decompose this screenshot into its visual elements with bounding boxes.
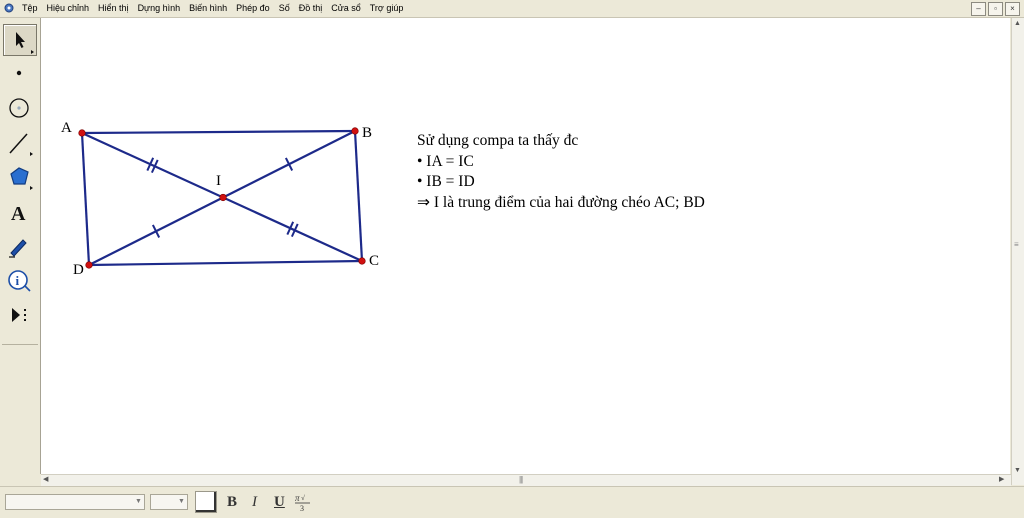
point-label-a: A — [61, 120, 72, 136]
menu-graph[interactable]: Đồ thị — [299, 3, 323, 14]
caption-text-box[interactable]: Sử dụng compa ta thấy đc • IA = IC • IB … — [417, 131, 705, 213]
menu-window[interactable]: Cửa sổ — [331, 3, 361, 14]
minimize-button[interactable]: – — [971, 2, 986, 16]
toolbox: A i — [0, 18, 41, 474]
font-size-select[interactable]: ▼ — [150, 494, 188, 510]
app-icon[interactable] — [4, 3, 14, 13]
horizontal-grip-icon[interactable]: ||| — [519, 475, 523, 485]
math-format-icon[interactable]: π √ 3 — [294, 492, 312, 512]
svg-text:√: √ — [301, 494, 305, 502]
point-label-i: I — [216, 173, 221, 189]
marker-tool[interactable] — [3, 231, 35, 261]
menu-transform[interactable]: Biến hình — [189, 3, 227, 14]
svg-text:A: A — [11, 203, 26, 225]
point-i[interactable] — [219, 193, 227, 202]
polygon-tool[interactable] — [3, 162, 35, 192]
caption-line-1: Sử dụng compa ta thấy đc — [417, 132, 579, 149]
compass-tool[interactable] — [3, 93, 35, 123]
custom-tool[interactable] — [3, 300, 35, 330]
marker-icon — [9, 239, 27, 258]
text-icon: A — [11, 203, 26, 225]
arrow-select-tool[interactable] — [3, 24, 37, 56]
scroll-left-icon[interactable]: ◀ — [43, 475, 48, 485]
sketch-canvas[interactable]: A B C D I — [41, 18, 1010, 474]
information-icon: i — [8, 270, 31, 292]
point-d[interactable] — [85, 261, 93, 269]
point-icon — [16, 70, 22, 76]
menu-help[interactable]: Trợ giúp — [370, 3, 404, 14]
circle-icon — [9, 98, 29, 118]
caption-line-2: • IA = IC — [417, 152, 474, 170]
segment-cd[interactable] — [88, 259, 363, 267]
arrow-icon — [16, 32, 34, 54]
vertical-scrollbar[interactable]: ▲ ≡ ▼ — [1011, 18, 1024, 485]
text-tool[interactable]: A — [3, 197, 35, 227]
point-tool[interactable] — [3, 58, 35, 88]
bold-button[interactable]: B — [227, 493, 237, 511]
point-c[interactable] — [358, 257, 366, 265]
close-button[interactable]: × — [1005, 2, 1020, 16]
chevron-down-icon: ▼ — [135, 498, 142, 505]
font-family-select[interactable]: ▼ — [5, 494, 145, 510]
straightedge-tool[interactable] — [3, 128, 35, 158]
menu-construct[interactable]: Dựng hình — [138, 3, 181, 14]
menu-bar: Tệp Hiệu chỉnh Hiển thị Dựng hình Biến h… — [0, 0, 1024, 18]
toolbox-separator — [2, 344, 38, 345]
menu-edit[interactable]: Hiệu chỉnh — [47, 3, 90, 14]
svg-text:3: 3 — [300, 504, 304, 512]
scroll-right-icon[interactable]: ▶ — [999, 475, 1004, 485]
segment-icon — [9, 133, 33, 156]
geometry-figure — [78, 127, 366, 269]
scroll-down-icon[interactable]: ▼ — [1014, 466, 1021, 476]
segment-da[interactable] — [80, 132, 91, 266]
scroll-up-icon[interactable]: ▲ — [1014, 19, 1021, 29]
menu-file[interactable]: Tệp — [22, 3, 38, 14]
horizontal-scrollbar[interactable]: ◀ ||| ▶ — [41, 474, 1011, 486]
segment-bc[interactable] — [353, 130, 364, 262]
point-b[interactable] — [351, 127, 359, 135]
point-label-b: B — [362, 125, 373, 141]
caption-line-4: ⇒ I là trung điểm của hai đường chéo AC;… — [417, 193, 705, 211]
play-icon — [12, 308, 26, 322]
underline-button[interactable]: U — [274, 493, 285, 511]
segment-ab[interactable] — [81, 129, 356, 135]
italic-button[interactable]: I — [252, 493, 257, 511]
menu-view[interactable]: Hiển thị — [98, 3, 129, 14]
text-format-toolbar: ▼ ▼ B I U π √ 3 — [0, 486, 1024, 518]
caption-line-3: • IB = ID — [417, 173, 475, 190]
chevron-down-icon: ▼ — [178, 498, 185, 505]
menu-measure[interactable]: Phép đo — [236, 3, 270, 14]
svg-text:π: π — [295, 493, 300, 503]
restore-button[interactable]: ▫ — [988, 2, 1003, 16]
point-a[interactable] — [78, 129, 86, 137]
information-tool[interactable]: i — [3, 266, 35, 296]
polygon-icon — [10, 167, 33, 190]
menu-number[interactable]: Số — [279, 3, 290, 14]
point-label-c: C — [369, 253, 380, 269]
text-color-button[interactable] — [195, 491, 217, 513]
point-label-d: D — [73, 262, 84, 278]
vertical-grip-icon[interactable]: ≡ — [1014, 240, 1019, 250]
svg-text:i: i — [16, 273, 20, 288]
